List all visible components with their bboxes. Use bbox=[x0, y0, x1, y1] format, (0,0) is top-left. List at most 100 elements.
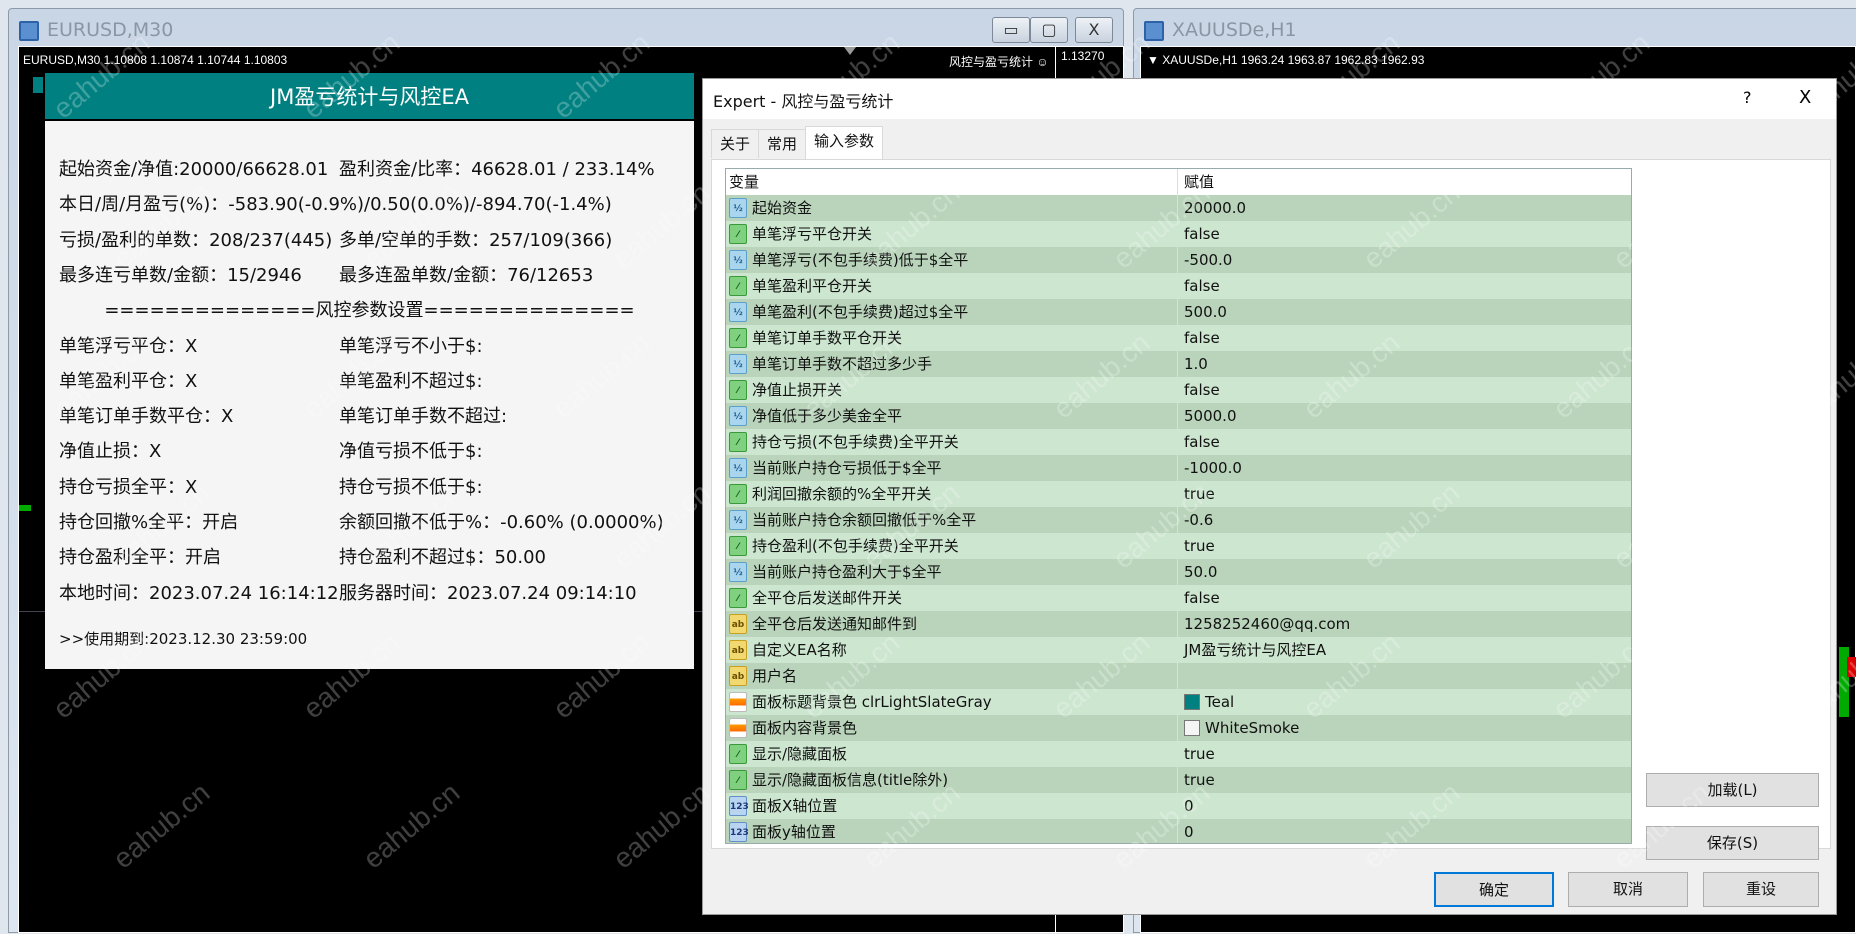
variable-cell: ½ 起始资金 bbox=[726, 195, 1178, 221]
value-cell[interactable]: 20000.0 bbox=[1178, 195, 1246, 221]
variable-name: 面板标题背景色 clrLightSlateGray bbox=[752, 693, 992, 711]
dialog-title: Expert - 风控与盈亏统计 bbox=[713, 92, 894, 111]
window-title: XAUUSDe,H1 bbox=[1172, 19, 1297, 41]
chart-window-icon bbox=[19, 21, 39, 41]
table-row[interactable]: ⁄ 净值止损开关 false bbox=[726, 377, 1631, 403]
panel-stat-text: 本地时间：2023.07.24 16:14:12 bbox=[59, 582, 339, 604]
value-cell[interactable]: -500.0 bbox=[1178, 247, 1232, 273]
table-row[interactable]: ½ 净值低于多少美金全平 5000.0 bbox=[726, 403, 1631, 429]
panel-stat-text: 亏损/盈利的单数：208/237(445) bbox=[59, 229, 333, 251]
variable-name: 单笔订单手数平仓开关 bbox=[752, 329, 903, 347]
tab-inputs[interactable]: 输入参数 bbox=[805, 126, 884, 159]
variable-name: 单笔浮亏(不包手续费)低于$全平 bbox=[752, 251, 969, 269]
panel-stat-text: 单笔浮亏平仓：X bbox=[59, 335, 198, 357]
value-cell[interactable]: false bbox=[1178, 585, 1220, 611]
table-row[interactable]: ⁄ 全平仓后发送邮件开关 false bbox=[726, 585, 1631, 611]
panel-stat-text: 持仓亏损不低于$: bbox=[339, 476, 483, 498]
table-row[interactable]: ab 全平仓后发送通知邮件到 1258252460@qq.com bbox=[726, 611, 1631, 637]
value-cell[interactable]: -1000.0 bbox=[1178, 455, 1242, 481]
value-cell[interactable]: 500.0 bbox=[1178, 299, 1227, 325]
value-cell[interactable] bbox=[1178, 663, 1184, 689]
table-row[interactable]: ½ 单笔盈利(不包手续费)超过$全平 500.0 bbox=[726, 299, 1631, 325]
window-title: EURUSD,M30 bbox=[47, 19, 174, 41]
table-row[interactable]: ab 用户名 bbox=[726, 663, 1631, 689]
table-row[interactable]: ½ 起始资金 20000.0 bbox=[726, 195, 1631, 221]
table-row[interactable]: ½ 当前账户持仓盈利大于$全平 50.0 bbox=[726, 559, 1631, 585]
table-row[interactable]: ⁄ 单笔盈利平仓开关 false bbox=[726, 273, 1631, 299]
close-button[interactable]: X bbox=[1075, 17, 1113, 43]
variable-name: 显示/隐藏面板 bbox=[752, 745, 848, 763]
variable-name: 单笔订单手数不超过多少手 bbox=[752, 355, 933, 373]
panel-stat-text: 持仓亏损全平：X bbox=[59, 476, 198, 498]
value-cell[interactable]: 1258252460@qq.com bbox=[1178, 611, 1350, 637]
panel-toggle-button[interactable] bbox=[33, 77, 43, 93]
table-row[interactable]: ⁄ 单笔订单手数平仓开关 false bbox=[726, 325, 1631, 351]
reset-button[interactable]: 重设 bbox=[1703, 872, 1819, 907]
save-button[interactable]: 保存(S) bbox=[1646, 826, 1819, 860]
variable-name: 单笔盈利(不包手续费)超过$全平 bbox=[752, 303, 969, 321]
risk-settings-header: ==============风控参数设置============== bbox=[104, 300, 635, 322]
bool-type-icon: ⁄ bbox=[729, 744, 747, 764]
help-button[interactable]: ? bbox=[1743, 88, 1752, 107]
variable-value: 50.0 bbox=[1184, 563, 1218, 581]
cancel-button[interactable]: 取消 bbox=[1568, 872, 1688, 907]
table-row[interactable]: ⁄ 显示/隐藏面板 true bbox=[726, 741, 1631, 767]
value-cell[interactable]: true bbox=[1178, 741, 1215, 767]
maximize-button[interactable]: ▢ bbox=[1030, 17, 1068, 43]
table-row[interactable]: 面板内容背景色 WhiteSmoke bbox=[726, 715, 1631, 741]
tab-about[interactable]: 关于 bbox=[711, 129, 760, 158]
table-row[interactable]: 123 面板X轴位置 0 bbox=[726, 793, 1631, 819]
variable-value: true bbox=[1184, 485, 1215, 503]
variable-cell: ⁄ 持仓盈利(不包手续费)全平开关 bbox=[726, 533, 1178, 559]
variable-value: false bbox=[1184, 589, 1220, 607]
variable-value: false bbox=[1184, 381, 1220, 399]
panel-stat-text: 持仓回撤%全平：开启 bbox=[59, 512, 239, 533]
table-row[interactable]: 面板标题背景色 clrLightSlateGray Teal bbox=[726, 689, 1631, 715]
value-cell[interactable]: false bbox=[1178, 429, 1220, 455]
value-cell[interactable]: true bbox=[1178, 481, 1215, 507]
ok-button[interactable]: 确定 bbox=[1434, 872, 1554, 907]
table-row[interactable]: 123 面板y轴位置 0 bbox=[726, 819, 1631, 843]
bool-type-icon: ⁄ bbox=[729, 484, 747, 504]
value-cell[interactable]: 50.0 bbox=[1178, 559, 1217, 585]
variable-cell: ⁄ 显示/隐藏面板信息(title除外) bbox=[726, 767, 1178, 793]
value-cell[interactable]: true bbox=[1178, 767, 1215, 793]
table-row[interactable]: ½ 单笔浮亏(不包手续费)低于$全平 -500.0 bbox=[726, 247, 1631, 273]
panel-stat-text: 单笔盈利不超过$: bbox=[339, 370, 483, 392]
value-cell[interactable]: false bbox=[1178, 325, 1220, 351]
value-cell[interactable]: Teal bbox=[1178, 689, 1234, 715]
value-cell[interactable]: WhiteSmoke bbox=[1178, 715, 1299, 741]
column-header-variable: 变量 bbox=[726, 169, 1178, 195]
table-row[interactable]: ½ 当前账户持仓亏损低于$全平 -1000.0 bbox=[726, 455, 1631, 481]
table-row[interactable]: ⁄ 显示/隐藏面板信息(title除外) true bbox=[726, 767, 1631, 793]
int-type-icon: 123 bbox=[729, 796, 749, 816]
table-row[interactable]: ⁄ 持仓盈利(不包手续费)全平开关 true bbox=[726, 533, 1631, 559]
value-cell[interactable]: JM盈亏统计与风控EA bbox=[1178, 637, 1326, 663]
table-header: 变量 赋值 bbox=[726, 169, 1631, 195]
value-cell[interactable]: 0 bbox=[1178, 819, 1194, 843]
table-row[interactable]: ab 自定义EA名称 JM盈亏统计与风控EA bbox=[726, 637, 1631, 663]
load-button[interactable]: 加载(L) bbox=[1646, 773, 1819, 807]
dialog-close-button[interactable]: X bbox=[1799, 87, 1811, 108]
value-cell[interactable]: false bbox=[1178, 221, 1220, 247]
table-row[interactable]: ½ 单笔订单手数不超过多少手 1.0 bbox=[726, 351, 1631, 377]
variable-cell: ab 全平仓后发送通知邮件到 bbox=[726, 611, 1178, 637]
ea-name-label: 风控与盈亏统计 ☺ bbox=[949, 55, 1049, 69]
value-cell[interactable]: false bbox=[1178, 273, 1220, 299]
value-cell[interactable]: 0 bbox=[1178, 793, 1194, 819]
value-cell[interactable]: -0.6 bbox=[1178, 507, 1213, 533]
variable-cell: ⁄ 单笔浮亏平仓开关 bbox=[726, 221, 1178, 247]
table-row[interactable]: ½ 当前账户持仓余额回撤低于%全平 -0.6 bbox=[726, 507, 1631, 533]
table-row[interactable]: ⁄ 利润回撤余额的%全平开关 true bbox=[726, 481, 1631, 507]
value-cell[interactable]: 1.0 bbox=[1178, 351, 1208, 377]
table-row[interactable]: ⁄ 单笔浮亏平仓开关 false bbox=[726, 221, 1631, 247]
table-row[interactable]: ⁄ 持仓亏损(不包手续费)全平开关 false bbox=[726, 429, 1631, 455]
bool-type-icon: ⁄ bbox=[729, 536, 747, 556]
value-cell[interactable]: 5000.0 bbox=[1178, 403, 1237, 429]
tab-common[interactable]: 常用 bbox=[758, 129, 807, 158]
chart-ohlc-info: EURUSD,M30 1.10808 1.10874 1.10744 1.108… bbox=[23, 53, 288, 67]
value-cell[interactable]: false bbox=[1178, 377, 1220, 403]
color-swatch bbox=[1184, 694, 1200, 710]
value-cell[interactable]: true bbox=[1178, 533, 1215, 559]
minimize-button[interactable]: ▭ bbox=[992, 17, 1030, 43]
